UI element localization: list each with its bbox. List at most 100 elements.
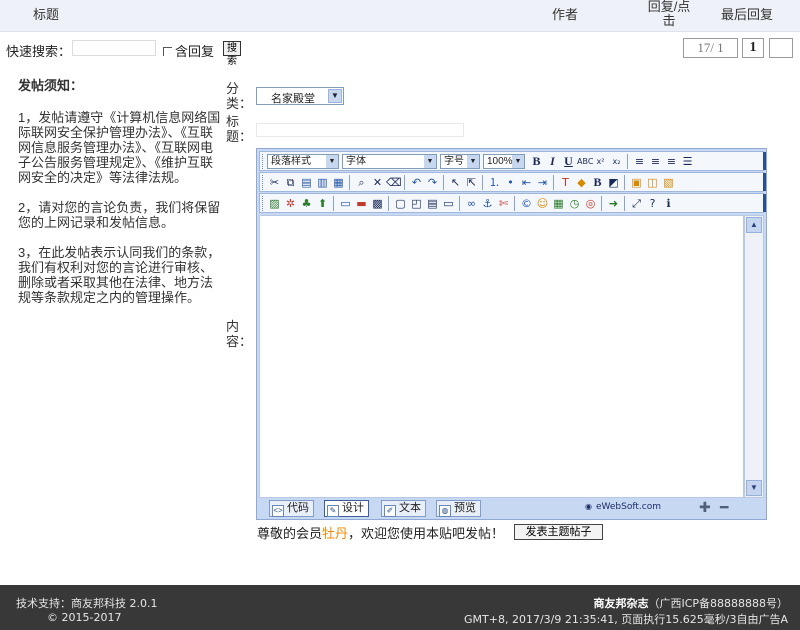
paste-word-icon[interactable]: ▦ bbox=[331, 175, 346, 190]
chevron-down-icon: ▼ bbox=[467, 155, 479, 168]
insert-image-icon[interactable]: ▨ bbox=[267, 196, 282, 211]
submit-topic-button[interactable]: 发表主题帖子 bbox=[514, 524, 603, 540]
align-center-icon[interactable]: ≡ bbox=[648, 154, 663, 169]
insert-excerpt-icon[interactable]: ➜ bbox=[606, 196, 621, 211]
italic-icon[interactable]: I bbox=[545, 154, 560, 169]
editor-scrollbar[interactable]: ▲ ▼ bbox=[744, 215, 764, 498]
zoom-select[interactable]: 100% ▼ bbox=[483, 154, 525, 169]
search-button[interactable]: 搜索 bbox=[223, 41, 241, 67]
toolbar-separator bbox=[627, 154, 628, 169]
quick-search-label: 快速搜索： bbox=[6, 44, 72, 59]
undo-icon[interactable]: ↶ bbox=[409, 175, 424, 190]
expand-height-icon[interactable]: ✚ bbox=[699, 500, 711, 514]
underline-icon[interactable]: U bbox=[561, 154, 576, 169]
highlight-icon[interactable]: ▧ bbox=[661, 175, 676, 190]
format-brush-icon[interactable]: ◩ bbox=[606, 175, 621, 190]
find-icon[interactable]: ⌕ bbox=[354, 175, 369, 190]
indent-icon[interactable]: ⇥ bbox=[535, 175, 550, 190]
paste-icon[interactable]: ▤ bbox=[299, 175, 314, 190]
bold-icon[interactable]: B bbox=[529, 154, 544, 169]
title-input[interactable] bbox=[256, 123, 464, 137]
text-icon: ✐ bbox=[384, 505, 396, 517]
category-selected-value: 名家殿堂 bbox=[271, 93, 315, 105]
insert-file-icon[interactable]: ⬆ bbox=[315, 196, 330, 211]
delete-icon[interactable]: ✕ bbox=[370, 175, 385, 190]
scroll-down-icon[interactable]: ▼ bbox=[746, 480, 762, 496]
welcome-message: 尊敬的会员牡丹，欢迎您使用本贴吧发帖！ bbox=[257, 523, 504, 542]
subscript-icon[interactable]: x₂ bbox=[609, 154, 624, 169]
align-justify-icon[interactable]: ☰ bbox=[680, 154, 695, 169]
scroll-up-icon[interactable]: ▲ bbox=[746, 217, 762, 233]
unordered-list-icon[interactable]: • bbox=[503, 175, 518, 190]
insert-cell-icon[interactable]: ▩ bbox=[370, 196, 385, 211]
copy-icon[interactable]: ⧉ bbox=[283, 175, 298, 190]
insert-code-icon[interactable]: ◎ bbox=[583, 196, 598, 211]
paste-text-icon[interactable]: ▥ bbox=[315, 175, 330, 190]
toolbar-separator bbox=[443, 175, 444, 190]
insert-row-icon[interactable]: ▬ bbox=[354, 196, 369, 211]
help-icon[interactable]: ? bbox=[645, 196, 660, 211]
superscript-icon[interactable]: x² bbox=[593, 154, 608, 169]
outdent-icon[interactable]: ⇤ bbox=[519, 175, 534, 190]
insert-horizontal-rule-icon[interactable]: ▤ bbox=[425, 196, 440, 211]
quick-search-input[interactable] bbox=[72, 40, 156, 56]
insert-media-icon[interactable]: ♣ bbox=[299, 196, 314, 211]
insert-date-icon[interactable]: ▦ bbox=[551, 196, 566, 211]
align-left-icon[interactable]: ≡ bbox=[632, 154, 647, 169]
insert-time-icon[interactable]: ◷ bbox=[567, 196, 582, 211]
insert-marquee-icon[interactable]: ▢ bbox=[393, 196, 408, 211]
select-pointer-icon[interactable]: ↖ bbox=[448, 175, 463, 190]
current-page[interactable]: 1 bbox=[742, 38, 764, 58]
tab-text[interactable]: ✐ 文本 bbox=[381, 500, 426, 517]
special-char-icon[interactable]: © bbox=[519, 196, 534, 211]
tab-code[interactable]: <> 代码 bbox=[269, 500, 314, 517]
paragraph-style-select[interactable]: 段落样式 ▼ bbox=[267, 154, 339, 169]
layer-icon[interactable]: ◫ bbox=[645, 175, 660, 190]
align-right-icon[interactable]: ≡ bbox=[664, 154, 679, 169]
block-color-icon[interactable]: B bbox=[590, 175, 605, 190]
insert-anchor-icon[interactable]: ⚓ bbox=[480, 196, 495, 211]
insert-link-icon[interactable]: ∞ bbox=[464, 196, 479, 211]
tab-design[interactable]: ✎ 设计 bbox=[324, 500, 369, 517]
frame-icon[interactable]: ▣ bbox=[629, 175, 644, 190]
page-jump-box[interactable] bbox=[769, 38, 793, 58]
absolute-position-icon[interactable]: ⇱ bbox=[464, 175, 479, 190]
emoticon-icon[interactable]: ☺ bbox=[535, 196, 550, 211]
chevron-down-icon: ▼ bbox=[424, 155, 436, 168]
include-reply-checkbox[interactable]: 含回复 bbox=[163, 41, 214, 60]
tech-support-text: 技术支持：商友邦科技 2.0.1 bbox=[16, 597, 158, 610]
insert-flash-icon[interactable]: ✲ bbox=[283, 196, 298, 211]
member-name: 牡丹 bbox=[322, 526, 349, 541]
strikethrough-icon[interactable]: ABC bbox=[577, 154, 593, 169]
toolbar-separator bbox=[601, 196, 602, 211]
fullscreen-icon[interactable]: ⤢ bbox=[629, 196, 644, 211]
eraser-icon[interactable]: ⌫ bbox=[386, 175, 402, 190]
remove-link-icon[interactable]: ✄ bbox=[496, 196, 511, 211]
font-size-select[interactable]: 字号 ▼ bbox=[440, 154, 480, 169]
editor-brand-link[interactable]: ◉ eWebSoft.com bbox=[585, 502, 661, 512]
category-select[interactable]: 名家殿堂 ▼ bbox=[256, 87, 344, 105]
tab-preview[interactable]: ◍ 预览 bbox=[436, 500, 481, 517]
shrink-height-icon[interactable]: ━ bbox=[720, 500, 728, 514]
tab-text-label: 文本 bbox=[399, 502, 421, 514]
insert-table-icon[interactable]: ▭ bbox=[338, 196, 353, 211]
welcome-prefix: 尊敬的会员 bbox=[257, 526, 323, 541]
redo-icon[interactable]: ↷ bbox=[425, 175, 440, 190]
editor-content-area[interactable] bbox=[259, 215, 744, 498]
about-icon[interactable]: ℹ bbox=[661, 196, 676, 211]
background-color-icon[interactable]: ◆ bbox=[574, 175, 589, 190]
icp-number[interactable]: （广西ICP备88888888号） bbox=[648, 597, 788, 610]
column-last-reply: 最后回复 bbox=[721, 7, 774, 22]
chevron-down-icon: ▼ bbox=[328, 89, 342, 103]
insert-input-icon[interactable]: ▭ bbox=[441, 196, 456, 211]
brand-text: eWebSoft.com bbox=[595, 502, 661, 512]
cut-icon[interactable]: ✂ bbox=[267, 175, 282, 190]
site-name[interactable]: 商友邦杂志 bbox=[593, 597, 648, 610]
ordered-list-icon[interactable]: ⒈ bbox=[487, 175, 502, 190]
toolbar-grip-icon bbox=[262, 154, 265, 169]
insert-div-icon[interactable]: ◰ bbox=[409, 196, 424, 211]
font-family-select[interactable]: 字体 ▼ bbox=[342, 154, 437, 169]
text-color-icon[interactable]: T bbox=[558, 175, 573, 190]
tab-preview-label: 预览 bbox=[454, 502, 476, 514]
toolbar-separator bbox=[349, 175, 350, 190]
